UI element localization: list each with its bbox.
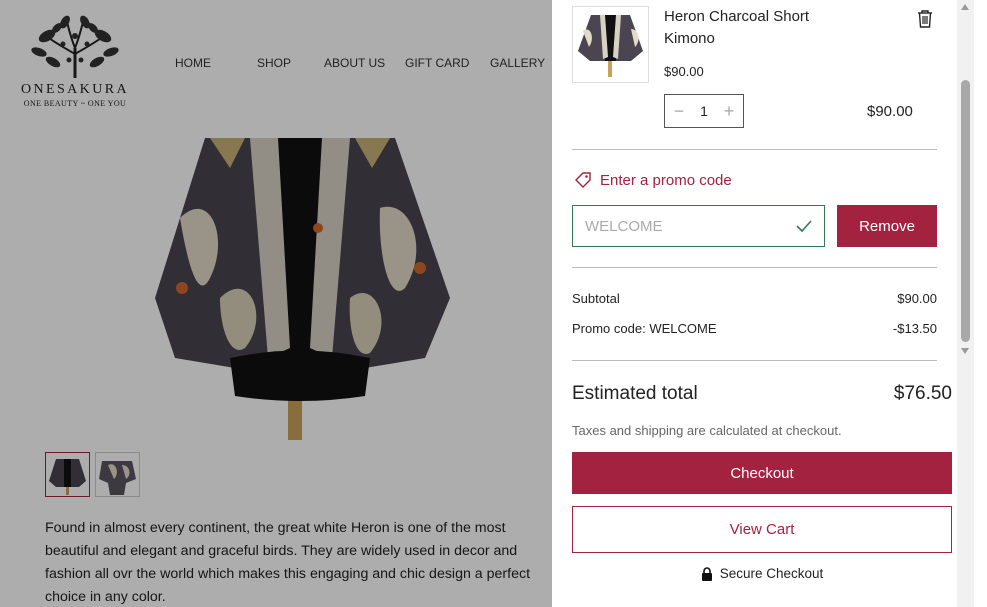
tag-icon xyxy=(575,172,591,188)
estimated-total-label: Estimated total xyxy=(572,383,698,404)
divider xyxy=(572,360,937,361)
modal-backdrop[interactable] xyxy=(0,0,552,607)
scrollbar-thumb[interactable] xyxy=(961,80,970,342)
view-cart-button[interactable]: View Cart xyxy=(572,506,952,553)
cart-scrollbar[interactable] xyxy=(957,0,974,607)
promo-discount-value: -$13.50 xyxy=(892,321,937,336)
tax-shipping-note: Taxes and shipping are calculated at che… xyxy=(572,423,842,438)
minus-icon[interactable]: − xyxy=(671,102,687,120)
cart-item-name[interactable]: Heron Charcoal Short Kimono xyxy=(664,6,854,50)
scroll-down-arrow-icon[interactable] xyxy=(961,348,969,354)
promo-code-value[interactable]: WELCOME xyxy=(585,218,663,235)
cart-item-image[interactable] xyxy=(572,6,649,83)
promo-discount-label: Promo code: WELCOME xyxy=(572,321,717,336)
promo-code-link[interactable]: Enter a promo code xyxy=(574,171,732,189)
remove-promo-button[interactable]: Remove xyxy=(837,205,937,247)
cart-item-line-total: $90.00 xyxy=(867,103,913,120)
estimated-total-value: $76.50 xyxy=(893,383,952,404)
scroll-up-arrow-icon[interactable] xyxy=(961,4,969,10)
trash-icon[interactable] xyxy=(914,8,936,30)
promo-code-input[interactable]: WELCOME xyxy=(572,205,825,247)
kimono-item-icon xyxy=(578,15,643,77)
promo-link-label[interactable]: Enter a promo code xyxy=(600,172,732,189)
secure-checkout-label: Secure Checkout xyxy=(719,566,824,581)
lock-icon xyxy=(701,566,712,581)
plus-icon[interactable]: + xyxy=(721,102,737,120)
subtotal-label: Subtotal xyxy=(572,291,620,306)
checkout-button[interactable]: Checkout xyxy=(572,452,952,494)
quantity-stepper: − 1 + xyxy=(664,94,744,128)
subtotal-value: $90.00 xyxy=(897,291,937,306)
secure-checkout: Secure Checkout xyxy=(552,566,972,581)
cart-item-price: $90.00 xyxy=(664,64,704,79)
divider xyxy=(572,267,937,268)
divider xyxy=(572,149,937,150)
check-icon xyxy=(796,220,812,232)
quantity-value[interactable]: 1 xyxy=(700,103,708,119)
cart-panel: Heron Charcoal Short Kimono $90.00 − 1 +… xyxy=(552,0,987,607)
